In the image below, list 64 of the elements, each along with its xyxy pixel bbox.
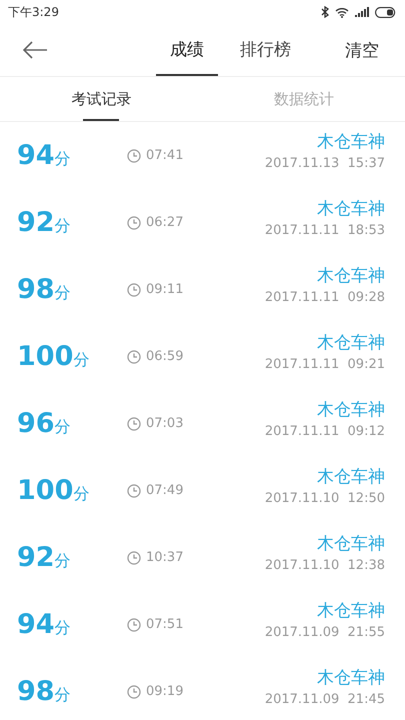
- duration-text: 06:59: [146, 349, 184, 364]
- score-value: 98: [17, 676, 55, 707]
- user-name: 木仓车神: [317, 332, 385, 354]
- user-name: 木仓车神: [317, 265, 385, 287]
- record-datetime: 2017.11.10 12:38: [264, 558, 385, 573]
- user-name: 木仓车神: [317, 399, 385, 421]
- status-time: 下午3:29: [8, 4, 59, 20]
- battery-icon: [375, 6, 397, 18]
- tab[interactable]: 排行榜: [226, 24, 305, 76]
- clear-button[interactable]: 清空: [339, 38, 385, 62]
- record-datetime: 2017.11.09 21:55: [264, 625, 385, 640]
- duration-text: 09:11: [146, 282, 184, 297]
- duration-text: 10:37: [146, 550, 184, 565]
- score-value: 96: [17, 408, 55, 439]
- clock-icon: [127, 618, 141, 632]
- user-name: 木仓车神: [317, 600, 385, 622]
- clock-icon: [127, 148, 141, 162]
- back-icon[interactable]: [22, 41, 48, 59]
- clock-icon: [127, 216, 141, 230]
- bluetooth-icon: [321, 6, 329, 18]
- clock-icon: [127, 484, 141, 498]
- duration-text: 07:41: [146, 148, 184, 163]
- user-name: 木仓车神: [317, 198, 385, 220]
- user-name: 木仓车神: [317, 667, 385, 689]
- score-unit: 分: [54, 618, 71, 639]
- score-unit: 分: [54, 149, 71, 170]
- score-value: 94: [17, 140, 55, 171]
- clock-icon: [127, 282, 141, 296]
- duration-text: 07:49: [146, 483, 184, 498]
- clock-icon: [127, 416, 141, 430]
- record-datetime: 2017.11.13 15:37: [264, 156, 385, 171]
- user-name: 木仓车神: [317, 131, 385, 153]
- score-value: 92: [17, 542, 55, 573]
- score-unit: 分: [54, 685, 71, 706]
- score-unit: 分: [54, 551, 71, 572]
- user-name: 木仓车神: [317, 533, 385, 555]
- score-value: 98: [17, 274, 55, 305]
- record-datetime: 2017.11.11 18:53: [264, 223, 385, 238]
- record-datetime: 2017.11.11 09:21: [264, 357, 385, 372]
- duration-text: 06:27: [146, 215, 184, 230]
- duration-text: 09:19: [146, 684, 184, 699]
- score-unit: 分: [54, 216, 71, 237]
- score-unit: 分: [54, 283, 71, 304]
- clock-icon: [127, 550, 141, 564]
- record-datetime: 2017.11.11 09:28: [264, 290, 385, 305]
- user-name: 木仓车神: [317, 466, 385, 488]
- score-unit: 分: [54, 417, 71, 438]
- record-datetime: 2017.11.09 21:45: [264, 692, 385, 707]
- clock-icon: [127, 350, 141, 364]
- score-unit: 分: [73, 484, 90, 505]
- sub-tab[interactable]: 考试记录: [0, 77, 202, 121]
- clock-icon: [127, 684, 141, 698]
- record-datetime: 2017.11.10 12:50: [264, 491, 385, 506]
- duration-text: 07:51: [146, 617, 184, 632]
- wifi-icon: [335, 6, 349, 18]
- score-unit: 分: [73, 350, 90, 371]
- signal-icon: [355, 7, 369, 17]
- score-value: 94: [17, 609, 55, 640]
- duration-text: 07:03: [146, 416, 184, 431]
- score-value: 92: [17, 207, 55, 238]
- score-value: 100: [17, 341, 74, 372]
- score-value: 100: [17, 475, 74, 506]
- record-datetime: 2017.11.11 09:12: [264, 424, 385, 439]
- tab[interactable]: 成绩: [156, 24, 218, 76]
